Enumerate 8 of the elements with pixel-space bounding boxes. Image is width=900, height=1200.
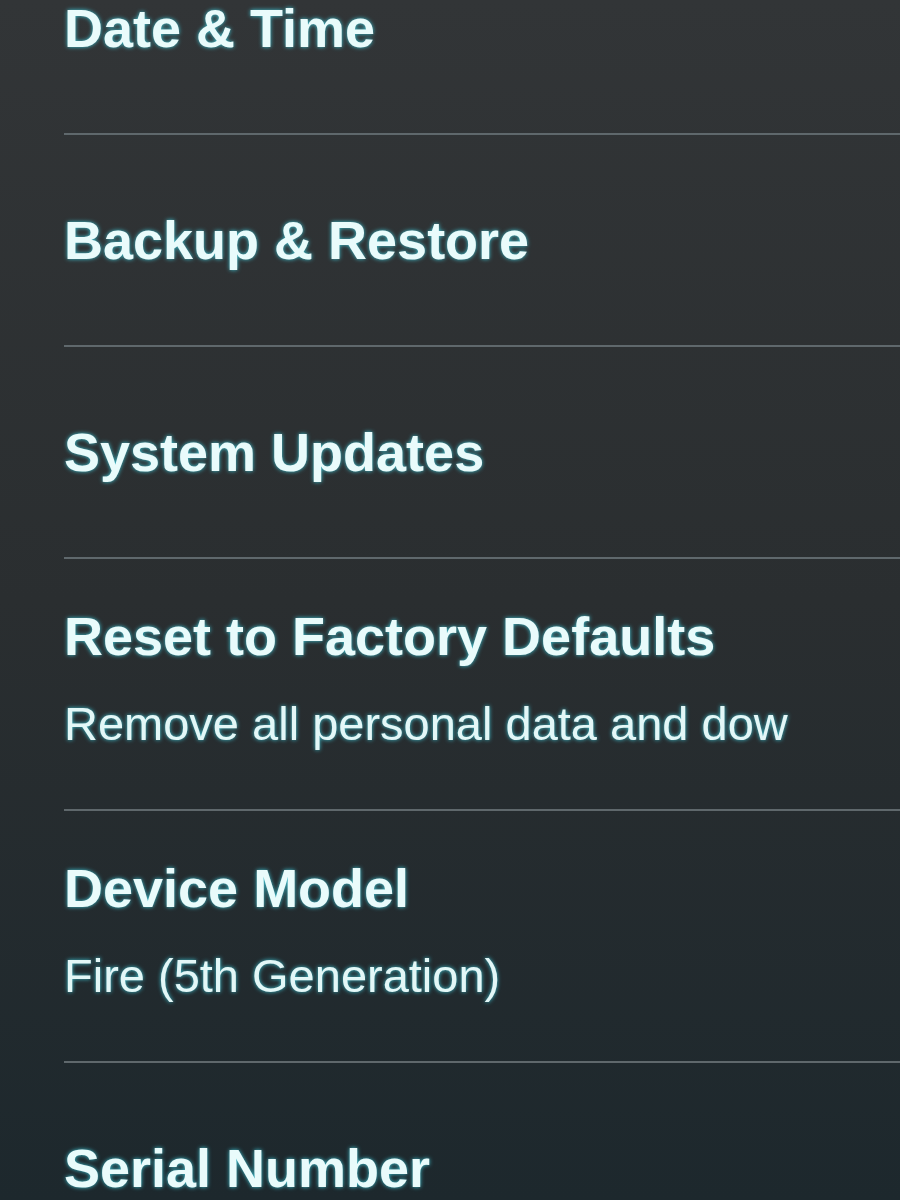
setting-title[interactable]: Reset to Factory Defaults — [64, 608, 716, 664]
setting-value: Fire (5th Generation) — [64, 951, 501, 1001]
setting-description: Remove all personal data and dow — [64, 699, 788, 749]
setting-title[interactable]: Backup & Restore — [64, 212, 530, 268]
setting-title[interactable]: System Updates — [64, 424, 485, 480]
setting-title[interactable]: Date & Time — [64, 0, 376, 56]
setting-title[interactable]: Serial Number — [64, 1140, 431, 1196]
setting-title[interactable]: Device Model — [64, 860, 410, 916]
